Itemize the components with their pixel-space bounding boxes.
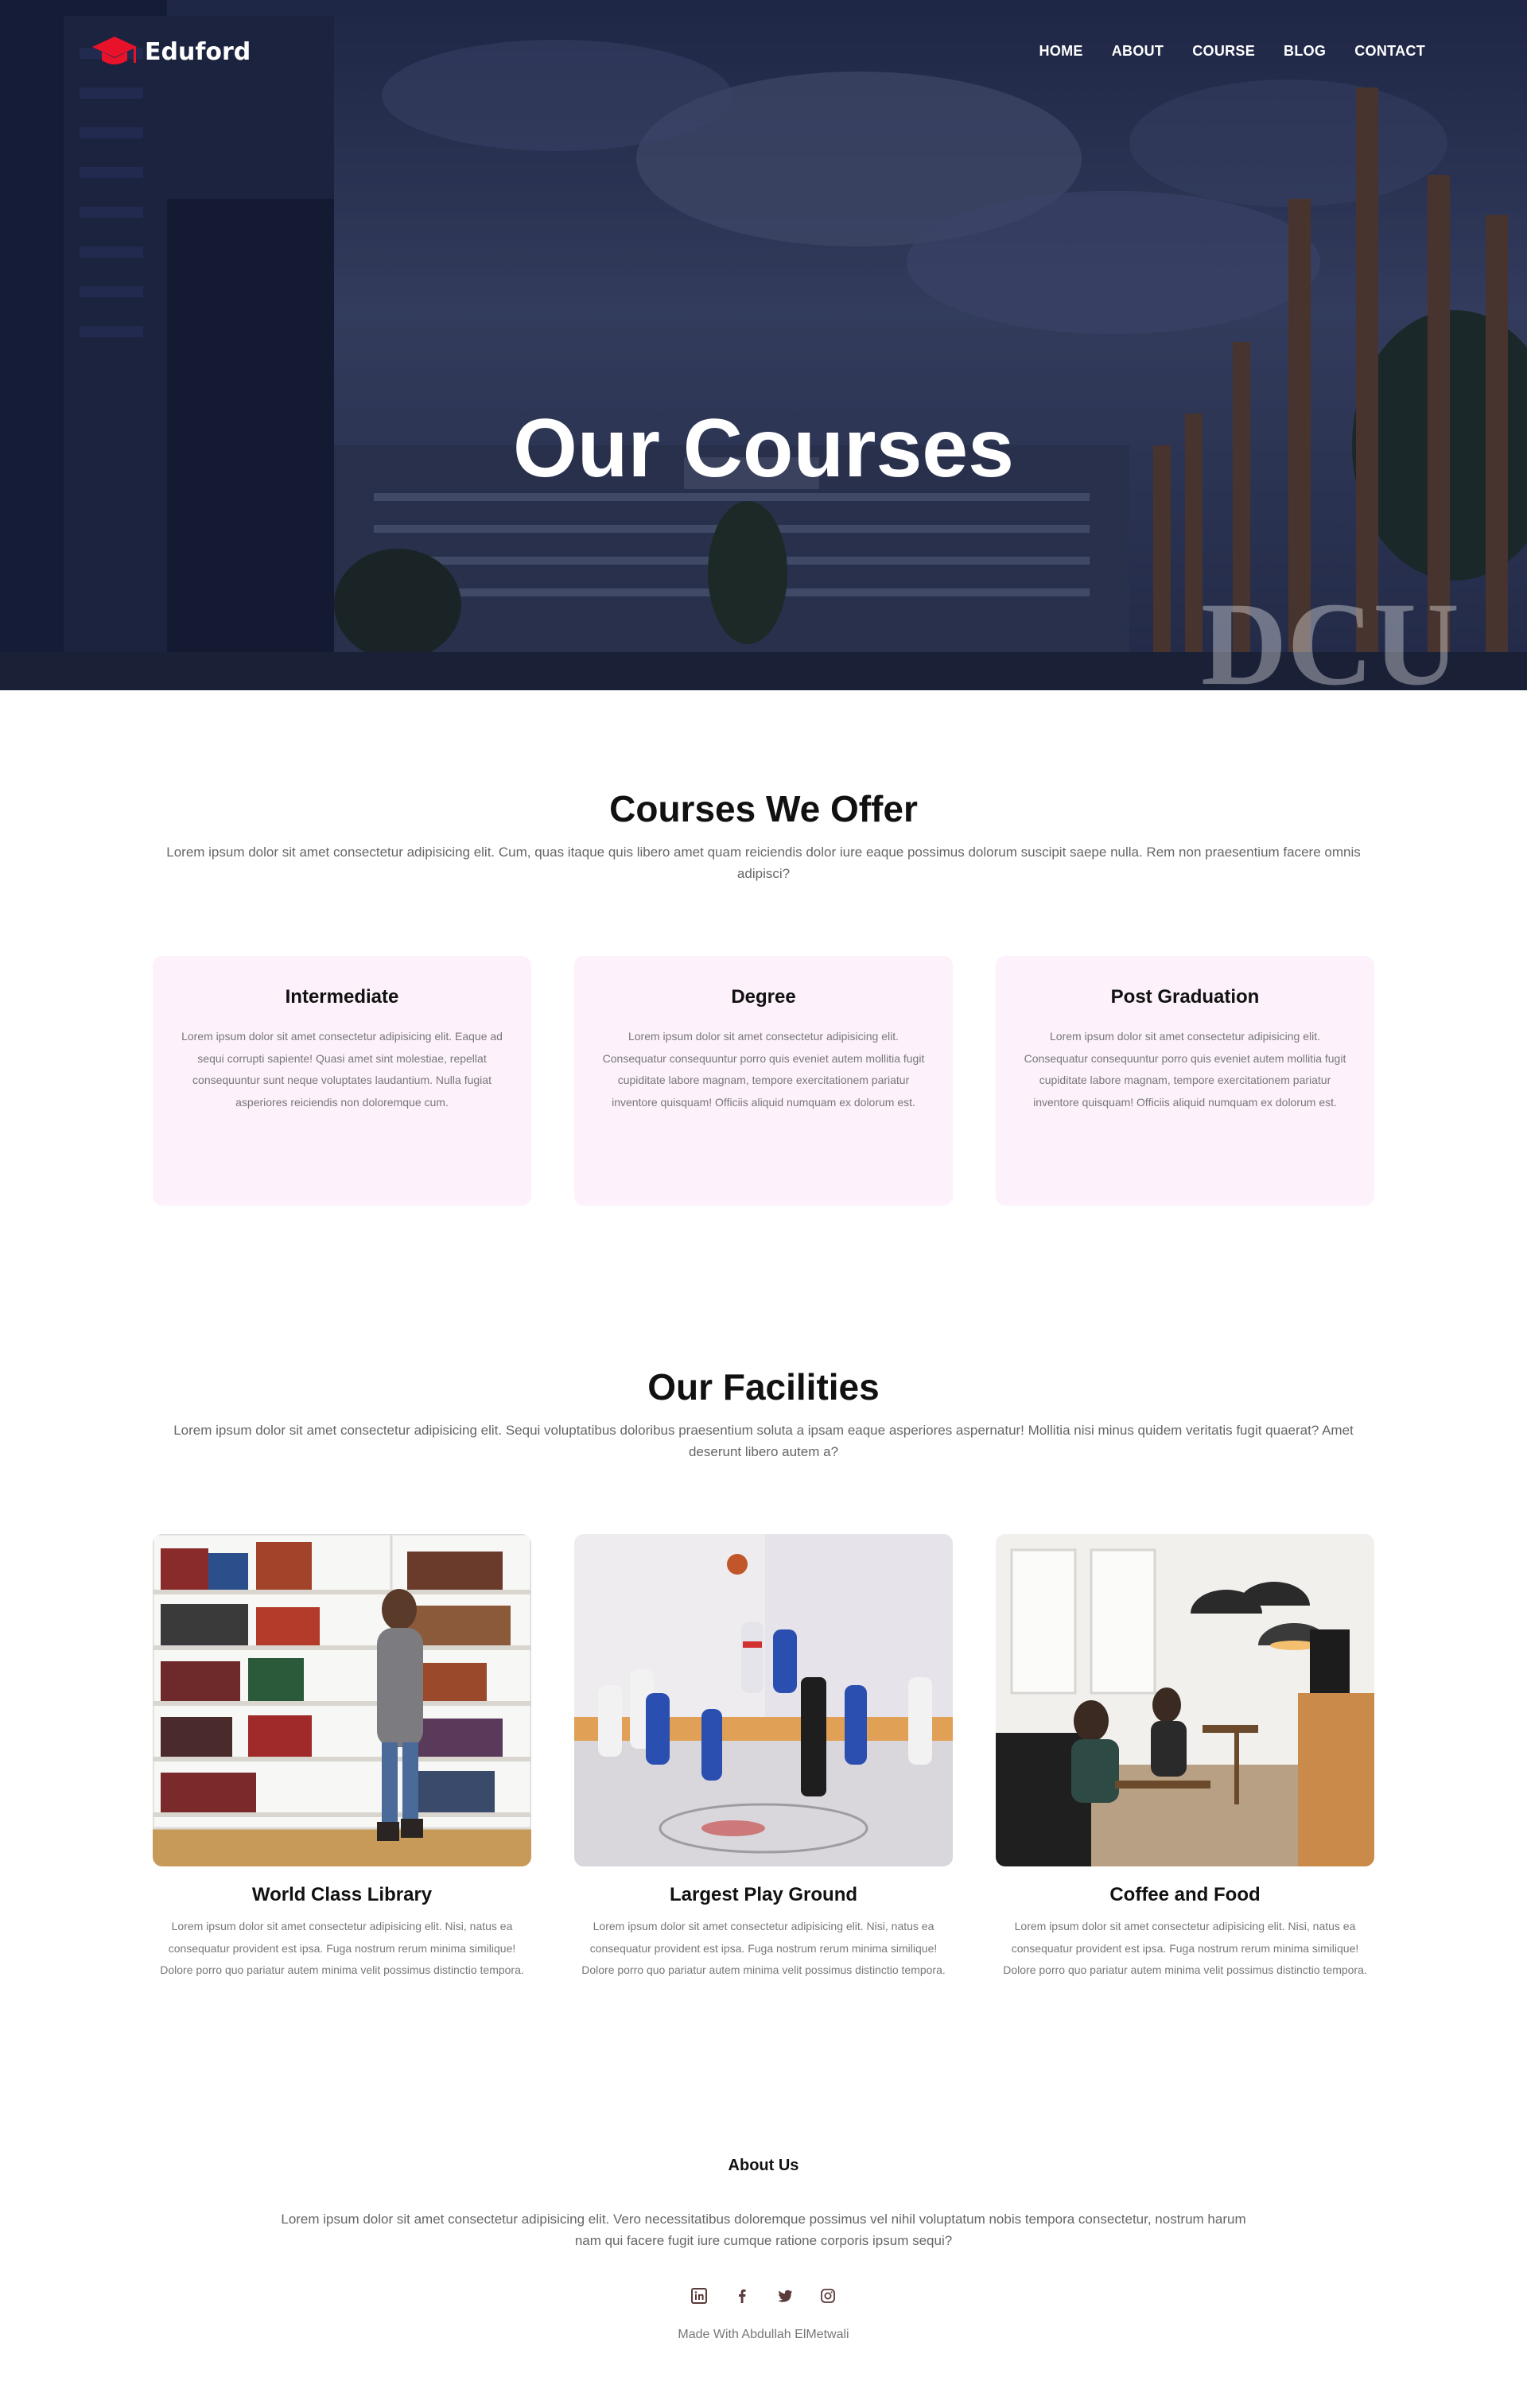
basketball-court-image [574,1534,953,1866]
course-card-text: Lorem ipsum dolor sit amet consectetur a… [181,1030,503,1109]
hero-banner: DCU Eduford HOME ABOUT COURSE BLOG CONTA… [0,0,1527,690]
facility-cards: World Class Library Lorem ipsum dolor si… [153,1534,1374,1982]
facilities-section: Our Facilities Lorem ipsum dolor sit ame… [0,1365,1527,1976]
course-card-text: Lorem ipsum dolor sit amet consectetur a… [602,1030,925,1109]
about-heading: About Us [728,2157,799,2174]
brand-logo[interactable]: Eduford [91,32,251,72]
library-image [153,1534,531,1866]
dcu-watermark: DCU [1201,578,1459,690]
facility-card-text: Lorem ipsum dolor sit amet consectetur a… [160,1920,524,1976]
courses-description: Lorem ipsum dolor sit amet consectetur a… [166,845,1361,881]
course-card-post-graduation[interactable]: Post Graduation Lorem ipsum dolor sit am… [996,956,1374,1206]
facility-card-title: Coffee and Food [1109,1884,1261,1905]
facility-card-text: Lorem ipsum dolor sit amet consectetur a… [581,1920,946,1976]
nav-blog-link[interactable]: BLOG [1284,43,1326,60]
facility-card-title: World Class Library [251,1884,433,1905]
facility-card-text: Lorem ipsum dolor sit amet consectetur a… [1003,1920,1367,1976]
facilities-heading: Our Facilities [647,1366,880,1408]
course-card-title: Intermediate [285,986,399,1008]
about-text: Lorem ipsum dolor sit amet consectetur a… [281,2212,1246,2248]
about-footer: About Us Lorem ipsum dolor sit amet cons… [0,2157,1527,2342]
facility-card-library[interactable]: World Class Library Lorem ipsum dolor si… [153,1534,531,1982]
course-card-title: Post Graduation [1110,986,1260,1008]
course-cards: Intermediate Lorem ipsum dolor sit amet … [153,956,1374,1206]
course-card-degree[interactable]: Degree Lorem ipsum dolor sit amet consec… [574,956,953,1206]
top-navigation: Eduford HOME ABOUT COURSE BLOG CONTACT [0,0,1527,103]
course-card-text: Lorem ipsum dolor sit amet consectetur a… [1024,1030,1346,1109]
brand-name: Eduford [145,37,251,66]
nav-about-link[interactable]: ABOUT [1112,43,1164,60]
courses-heading: Courses We Offer [609,788,918,829]
twitter-icon[interactable] [777,2288,793,2304]
course-card-intermediate[interactable]: Intermediate Lorem ipsum dolor sit amet … [153,956,531,1206]
facility-card-title: Largest Play Ground [669,1884,858,1905]
cafe-image [996,1534,1374,1866]
facebook-icon[interactable] [734,2288,750,2304]
linkedin-icon[interactable] [691,2288,707,2304]
course-card-title: Degree [731,986,796,1008]
graduation-cap-icon [92,37,137,64]
main-menu: HOME ABOUT COURSE BLOG CONTACT [1039,43,1425,60]
facility-card-playground[interactable]: Largest Play Ground Lorem ipsum dolor si… [574,1534,953,1982]
nav-contact-link[interactable]: CONTACT [1354,43,1425,60]
page-title: Our Courses [513,402,1014,495]
courses-section: Courses We Offer Lorem ipsum dolor sit a… [0,787,1527,1206]
facilities-description: Lorem ipsum dolor sit amet consectetur a… [173,1423,1354,1459]
facility-card-cafe[interactable]: Coffee and Food Lorem ipsum dolor sit am… [996,1534,1374,1982]
nav-course-link[interactable]: COURSE [1192,43,1255,60]
instagram-icon[interactable] [820,2288,836,2304]
nav-home-link[interactable]: HOME [1039,43,1083,60]
credit-text: Made With Abdullah ElMetwali [678,2328,849,2341]
social-links [0,2288,1527,2304]
